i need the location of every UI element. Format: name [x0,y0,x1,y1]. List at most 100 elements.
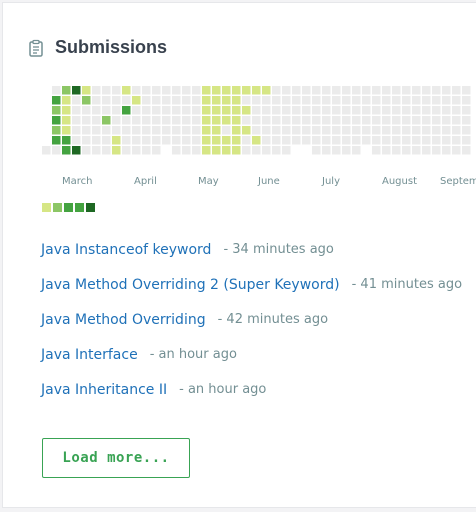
heatmap-cell [62,116,71,125]
heatmap-cell [442,96,451,105]
heatmap-cell [322,106,331,115]
heatmap-cell [392,146,401,155]
heatmap-cell [452,126,461,135]
heatmap-cell [182,126,191,135]
heatmap-cell [72,126,81,135]
heatmap-cell [422,146,431,155]
heatmap-cell [382,136,391,145]
submission-time: - 41 minutes ago [351,277,463,292]
heatmap-cell [312,136,321,145]
heatmap-cell [432,96,441,105]
month-label-march: March [62,176,93,187]
list-item: Java Instanceof keyword - 34 minutes ago [41,232,462,267]
heatmap-cell [52,126,61,135]
heatmap-cell [202,136,211,145]
heatmap-cell [62,136,71,145]
heatmap-cell [282,96,291,105]
heatmap-cell [192,106,201,115]
heatmap-cell [422,116,431,125]
heatmap-cell [132,146,141,155]
heatmap-cell [172,86,181,95]
heatmap-cell [202,96,211,105]
heatmap-cell [72,136,81,145]
heatmap-cell [82,146,91,155]
submission-link[interactable]: Java Method Overriding [41,312,206,328]
heatmap-cell [442,126,451,135]
submission-link[interactable]: Java Instanceof keyword [41,242,211,258]
heatmap-cell [392,96,401,105]
heatmap-cell [72,146,81,155]
heatmap-cell [282,126,291,135]
heatmap-cell [232,146,241,155]
heatmap-cell [312,126,321,135]
heatmap-cell [332,86,341,95]
heatmap-cell [462,136,471,145]
heatmap-cell [172,106,181,115]
heatmap-cell [172,116,181,125]
heatmap-cell [242,146,251,155]
heatmap-cell [152,126,161,135]
heatmap-cell [352,136,361,145]
heatmap-cell [182,116,191,125]
heatmap-cell [462,106,471,115]
heatmap-cell [452,106,461,115]
heatmap-cell [102,86,111,95]
heatmap-cell [252,96,261,105]
heatmap-cell [362,136,371,145]
heatmap-cell [432,146,441,155]
heatmap-cell [72,106,81,115]
heatmap-cell [52,86,61,95]
heatmap-cell [202,86,211,95]
submission-link[interactable]: Java Method Overriding 2 (Super Keyword) [41,277,340,293]
heatmap-cell [82,116,91,125]
heatmap-cell [242,126,251,135]
heatmap-cell [192,96,201,105]
heatmap-cell [322,126,331,135]
heatmap-cell [272,146,281,155]
heatmap-cell [302,86,311,95]
heatmap-cell [332,136,341,145]
heatmap-cell [442,136,451,145]
heatmap-cell [452,86,461,95]
heatmap-cell [162,116,171,125]
heatmap-cell [52,116,61,125]
heatmap-cell [112,106,121,115]
heatmap-cell [92,126,101,135]
heatmap-cell [112,96,121,105]
heatmap-cell [432,86,441,95]
list-item: Java Interface - an hour ago [41,337,462,372]
submission-link[interactable]: Java Inheritance II [41,382,167,398]
heatmap-cell [192,86,201,95]
heatmap-cell [212,86,221,95]
heatmap-cell [312,86,321,95]
heatmap-cell [372,136,381,145]
heatmap-cell [292,136,301,145]
load-more-button[interactable]: Load more... [42,438,190,478]
heatmap-cell [132,86,141,95]
heatmap-cell [372,86,381,95]
heatmap-cell [412,106,421,115]
heatmap-cell [362,86,371,95]
heatmap-cell [152,136,161,145]
heatmap-cell [92,116,101,125]
heatmap-cell [102,136,111,145]
heatmap-cell [242,96,251,105]
heatmap-cell [222,116,231,125]
submission-link[interactable]: Java Interface [41,347,138,363]
submission-time: - an hour ago [179,382,267,397]
heatmap-cell [432,136,441,145]
heatmap-cell [282,136,291,145]
heatmap-cell [222,126,231,135]
heatmap-cell [242,136,251,145]
heatmap-cell [62,146,71,155]
heatmap-cell [462,96,471,105]
heatmap-cell [262,86,271,95]
submission-list: Java Instanceof keyword - 34 minutes ago… [41,232,462,407]
heatmap-cell [122,86,131,95]
heatmap-cell [382,126,391,135]
heatmap-cell [282,86,291,95]
heatmap-cell [342,136,351,145]
heatmap-cell [182,86,191,95]
heatmap-cell [342,146,351,155]
legend-swatch [42,203,51,212]
